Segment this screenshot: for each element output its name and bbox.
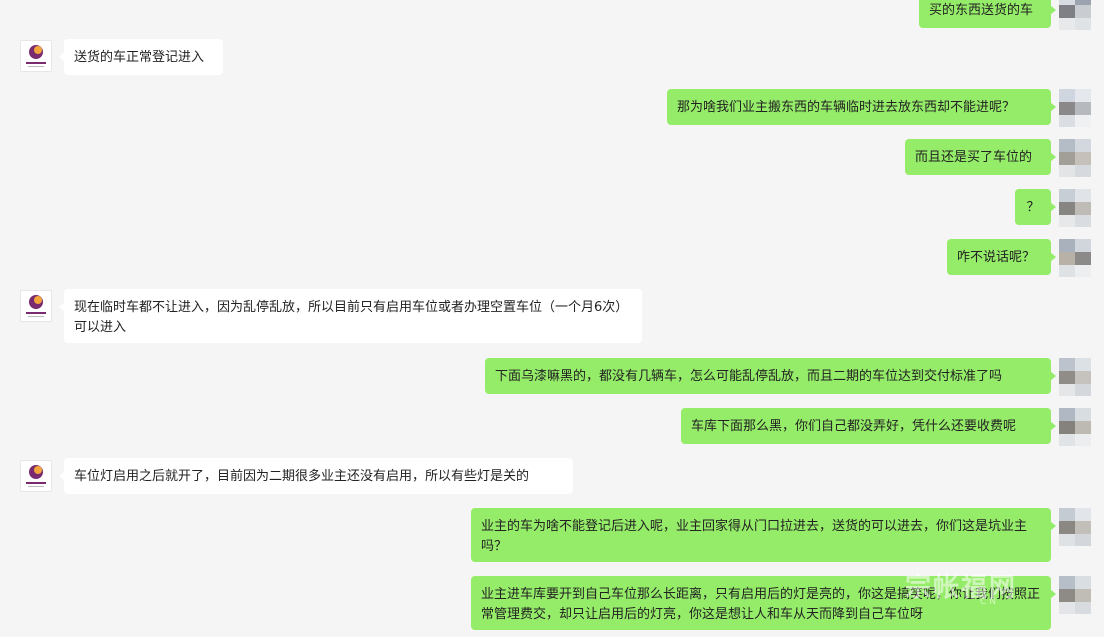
outgoing-message-bubble[interactable]: 咋不说话呢？ [947,239,1056,275]
property-logo-icon[interactable] [20,460,52,492]
user-avatar[interactable] [1059,89,1091,127]
user-avatar[interactable] [1059,139,1091,177]
outgoing-message-bubble[interactable]: 下面乌漆嘛黑的，都没有几辆车，怎么可能乱停乱放，而且二期的车位达到交付标准了吗 [485,358,1056,394]
incoming-message-bubble[interactable]: 送货的车正常登记进入 [59,39,223,75]
outgoing-message-bubble[interactable]: ？ [1015,189,1056,225]
outgoing-message-bubble[interactable]: 买的东西送货的车 [919,0,1056,28]
user-avatar[interactable] [1059,408,1091,446]
outgoing-message-bubble[interactable]: 那为啥我们业主搬东西的车辆临时进去放东西却不能进呢？ [667,89,1056,125]
outgoing-message-bubble[interactable]: 业主的车为啥不能登记后进入呢，业主回家得从门口拉进去，送货的可以进去，你们这是坑… [471,508,1056,562]
chat-window: 买的东西送货的车 送货的车正常登记进入 那为啥我们业主搬东西的车辆临时进去放东西… [0,0,1104,637]
user-avatar[interactable] [1059,0,1091,30]
outgoing-message-bubble[interactable]: 车库下面那么黑，你们自己都没弄好，凭什么还要收费呢 [681,408,1056,444]
user-avatar[interactable] [1059,358,1091,396]
incoming-message-bubble[interactable]: 现在临时车都不让进入，因为乱停乱放，所以目前只有启用车位或者办理空置车位（一个月… [59,289,642,343]
user-avatar[interactable] [1059,576,1091,614]
outgoing-message-bubble[interactable]: 而且还是买了车位的 [905,139,1056,175]
user-avatar[interactable] [1059,239,1091,277]
property-logo-icon[interactable] [20,40,52,72]
user-avatar[interactable] [1059,508,1091,546]
user-avatar[interactable] [1059,189,1091,227]
property-logo-icon[interactable] [20,290,52,322]
watermark-subtext: CN [980,597,1000,607]
watermark-logo: 宗帐福网 [905,573,1018,603]
incoming-message-bubble[interactable]: 车位灯启用之后就开了，目前因为二期很多业主还没有启用，所以有些灯是关的 [59,458,573,494]
